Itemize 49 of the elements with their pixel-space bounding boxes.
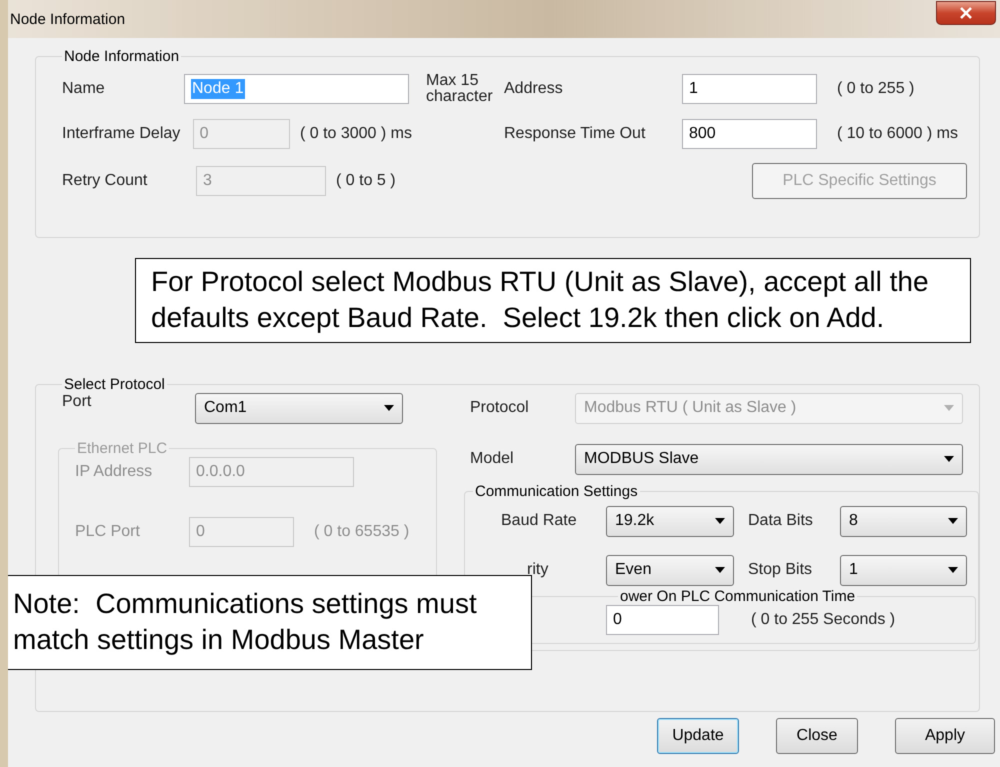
close-button[interactable] [936,1,996,25]
field-label: PLC Port [75,522,141,541]
field-label: Port [62,392,92,410]
caret-icon [944,405,954,412]
dialog-button[interactable]: Close [776,718,858,754]
instruction-callout: For Protocol select Modbus RTU (Unit as Slave), accept all the defaults except Baud Rate. Select 19.2k then click on Add. [135,258,971,343]
input-field[interactable]: 800 [682,119,817,149]
field-label: Name [62,80,106,98]
caret-icon [948,567,958,574]
field-label: Protocol [470,399,530,418]
caret-icon [944,456,954,462]
caret-icon [384,405,394,412]
input-field[interactable]: 0 [606,604,719,635]
field-label: IP Address [75,462,154,481]
dropdown[interactable]: Com1 [195,392,403,424]
dropdown[interactable]: 19.2k [606,506,734,537]
field-label: Retry Count [62,172,148,190]
field-label: Stop Bits [748,561,814,580]
note-callout: Note: Communications settings must match settings in Modbus Master [8,575,532,670]
close-icon [960,7,972,19]
group-title: Communication Settings [474,482,639,500]
dropdown[interactable]: 1 [840,554,967,586]
group-title: Node Information [63,48,180,65]
caret-icon [715,567,725,574]
dropdown[interactable]: Even [606,554,734,586]
field-label: Response Time Out [504,125,646,143]
input-field[interactable]: 1 [682,74,817,104]
group-title: Ethernet PLC [76,440,168,457]
range-text: ( 0 to 255 Seconds ) [751,610,896,629]
field-label: Address [504,80,564,98]
dialog-button[interactable]: Update [657,718,739,754]
field-label: Data Bits [748,512,814,530]
range-text: ( 0 to 255 ) [837,80,916,98]
group-title: ower On PLC Communication Time [619,588,856,605]
range-text: ( 0 to 65535 ) [314,522,410,541]
dropdown[interactable]: 8 [840,506,967,537]
window-title: Node Information [10,10,126,28]
field-label: Baud Rate [501,512,578,530]
range-text: ( 0 to 5 ) [336,172,396,190]
range-text: ( 10 to 6000 ) ms [837,125,959,143]
group-title: Select Protocol [63,376,166,393]
dropdown[interactable]: MODBUS Slave [575,444,963,475]
caret-icon [715,518,725,524]
hint-text: Max 15 character [426,73,494,105]
dialog-button[interactable]: Apply [895,718,995,754]
field-label: Model [470,450,515,468]
range-text: ( 0 to 3000 ) ms [300,125,412,143]
field-label: Interframe Delay [62,125,182,143]
caret-icon [948,518,958,524]
